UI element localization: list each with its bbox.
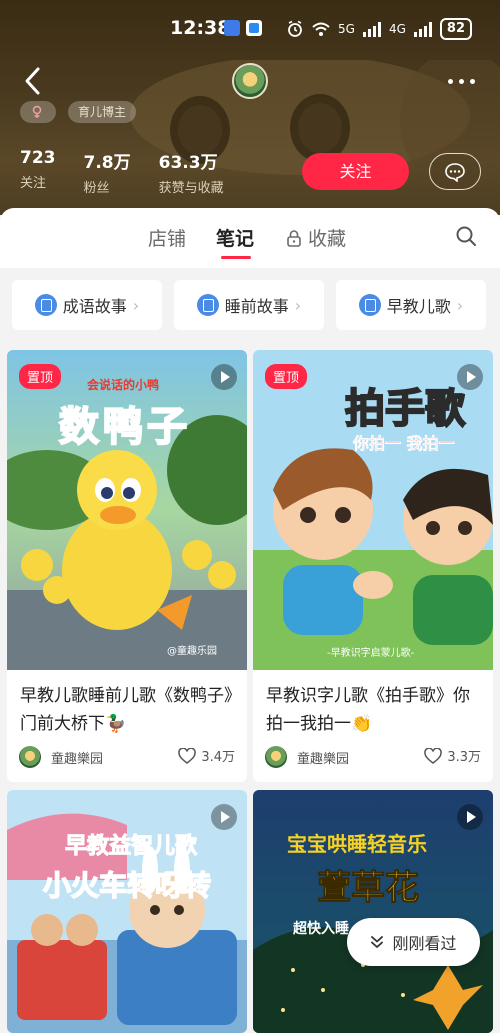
tab-favorites-label: 收藏 <box>308 228 347 250</box>
chat-bubble-icon <box>445 162 465 182</box>
avatar <box>19 746 41 768</box>
double-chevron-down-icon <box>371 936 384 948</box>
cover-subtitle: 会说话的小鸭 <box>87 378 160 392</box>
note-cover: 宝宝哄睡轻音乐 萱草花 超快入睡 <box>253 790 493 1033</box>
battery-indicator: 82 <box>439 18 472 40</box>
note-cover: 早教益智儿歌 小火车转呀转 <box>7 790 247 1033</box>
gender-tag <box>20 101 56 123</box>
collection-icon <box>358 294 381 316</box>
note-card[interactable]: 置顶 拍手歌 你拍一 我拍一 -早教识字启蒙儿歌- 早教识字儿歌《拍手歌》你拍一… <box>253 350 493 782</box>
tab-store[interactable]: 店铺 <box>148 224 186 251</box>
chevron-left-icon <box>25 67 40 95</box>
cover-subtitle: 你拍一 我拍一 <box>353 434 455 454</box>
pinned-badge: 置顶 <box>19 364 62 389</box>
note-author[interactable]: 童趣樂园 <box>265 746 349 768</box>
note-card[interactable]: 早教益智儿歌 小火车转呀转 <box>7 790 247 1033</box>
play-icon <box>211 804 237 830</box>
night-flower-cover-illustration <box>253 790 493 1033</box>
profile-header: 12:38 5G 4G 82 育儿博主 723 关注 7.8万 粉丝 63.3万… <box>0 0 500 215</box>
heart-icon <box>178 747 197 764</box>
note-title: 早教识字儿歌《拍手歌》你拍一我拍一👏 <box>266 686 470 734</box>
status-bar: 12:38 5G 4G 82 <box>0 0 500 58</box>
note-author[interactable]: 童趣樂园 <box>19 746 103 768</box>
cover-title-main: 萱草花 <box>317 868 420 909</box>
stat-value: 7.8万 <box>83 153 131 173</box>
pinned-badge: 置顶 <box>265 364 308 389</box>
stat-value: 723 <box>20 148 56 168</box>
signal-icon <box>413 21 432 37</box>
note-card[interactable]: 宝宝哄睡轻音乐 萱草花 超快入睡 <box>253 790 493 1033</box>
search-button[interactable] <box>454 224 478 248</box>
stat-label: 粉丝 <box>83 181 110 196</box>
more-button[interactable] <box>446 72 476 90</box>
profile-stats: 723 关注 7.8万 粉丝 63.3万 获赞与收藏 <box>20 148 224 196</box>
avatar <box>265 746 287 768</box>
stat-likes[interactable]: 63.3万 获赞与收藏 <box>159 148 224 196</box>
category-chip[interactable]: 睡前故事 › <box>174 280 324 330</box>
note-title: 早教儿歌睡前儿歌《数鸭子》门前大桥下🦆 <box>20 686 233 734</box>
cover-title: 拍手歌 <box>344 384 466 433</box>
cover-watermark: -早教识字启蒙儿歌- <box>327 648 415 659</box>
note-cover: 置顶 会说话的小鸭 数鸭子 @童趣乐园 <box>7 350 247 670</box>
train-cover-illustration <box>7 790 247 1033</box>
network-label: 5G <box>338 22 355 36</box>
heart-icon <box>424 747 443 764</box>
category-label: 成语故事 <box>62 297 127 316</box>
note-card[interactable]: 置顶 会说话的小鸭 数鸭子 @童趣乐园 早教儿歌睡前儿歌《数鸭子》门前大桥下🦆 … <box>7 350 247 782</box>
more-dots-icon <box>447 78 453 84</box>
category-label: 早教儿歌 <box>386 297 451 316</box>
alarm-icon <box>288 20 302 37</box>
recently-viewed-button[interactable]: 刚刚看过 <box>347 918 480 966</box>
tab-favorites[interactable]: 收藏 <box>286 224 346 251</box>
stat-fans[interactable]: 7.8万 粉丝 <box>84 148 131 196</box>
category-row: 成语故事 › 睡前故事 › 早教儿歌 › <box>0 268 500 344</box>
play-icon <box>457 804 483 830</box>
cover-watermark: @童趣乐园 <box>167 646 217 657</box>
message-button[interactable] <box>429 153 481 190</box>
status-indicators: 5G 4G 82 <box>286 18 472 40</box>
author-name: 童趣樂园 <box>51 751 104 767</box>
cover-subtitle: 超快入睡 <box>293 921 349 937</box>
like-count: 3.3万 <box>447 750 481 765</box>
category-chip[interactable]: 早教儿歌 › <box>336 280 486 330</box>
cover-title-main: 小火车转呀转 <box>42 868 212 903</box>
follow-button[interactable]: 关注 <box>302 153 409 190</box>
collection-icon <box>34 294 57 316</box>
avatar[interactable] <box>232 63 268 99</box>
category-chip[interactable]: 成语故事 › <box>12 280 162 330</box>
author-name: 童趣樂园 <box>297 751 350 767</box>
profile-tabs: 店铺 笔记 收藏 <box>0 224 500 264</box>
chevron-right-icon: › <box>132 295 140 315</box>
stat-value: 63.3万 <box>158 153 218 173</box>
app-notification-icon <box>224 20 240 36</box>
profile-tag: 育儿博主 <box>68 101 137 123</box>
like-count: 3.4万 <box>201 750 235 765</box>
lock-icon <box>287 229 301 247</box>
network-label: 4G <box>388 22 406 36</box>
like-button[interactable]: 3.3万 <box>424 746 481 765</box>
recently-viewed-label: 刚刚看过 <box>392 934 457 953</box>
stat-following[interactable]: 723 关注 <box>20 148 56 196</box>
app-notification-icon <box>246 20 262 36</box>
chevron-right-icon: › <box>456 295 464 315</box>
cover-title-top: 宝宝哄睡轻音乐 <box>287 832 427 856</box>
back-button[interactable] <box>18 64 48 98</box>
stat-label: 关注 <box>20 176 47 191</box>
search-icon <box>456 226 476 246</box>
status-time: 12:38 <box>170 17 231 39</box>
play-icon <box>211 364 237 390</box>
stat-label: 获赞与收藏 <box>158 181 224 196</box>
gender-icon <box>32 105 42 118</box>
note-cover: 置顶 拍手歌 你拍一 我拍一 -早教识字启蒙儿歌- <box>253 350 493 670</box>
category-label: 睡前故事 <box>224 297 289 316</box>
cover-title-top: 早教益智儿歌 <box>64 833 198 860</box>
wifi-icon <box>312 22 330 36</box>
tab-panel: 店铺 笔记 收藏 <box>0 208 500 268</box>
chevron-right-icon: › <box>294 295 302 315</box>
signal-icon <box>362 21 381 37</box>
cover-title: 数鸭子 <box>58 402 191 451</box>
tab-notes[interactable]: 笔记 <box>216 224 254 259</box>
like-button[interactable]: 3.4万 <box>178 746 235 765</box>
collection-icon <box>196 294 219 316</box>
